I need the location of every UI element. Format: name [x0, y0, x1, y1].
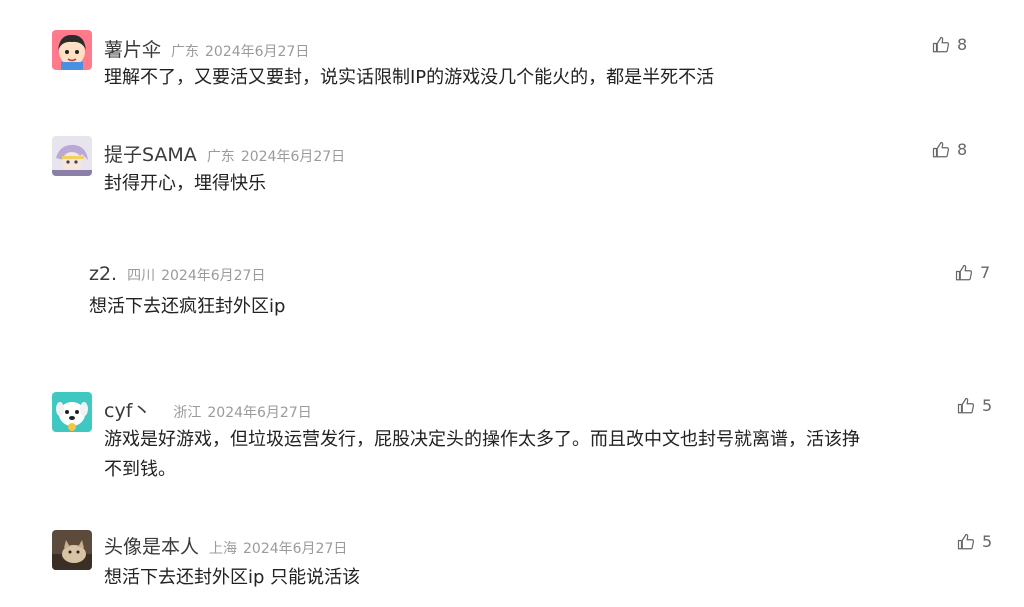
date: 2024年6月27日 — [243, 541, 348, 557]
location: 上海 — [209, 541, 238, 557]
comment-item: 头像是本人 上海 2024年6月27日 想活下去还封外区ip 只能说活该 5 — [0, 0, 1024, 607]
username[interactable]: 头像是本人 — [104, 532, 199, 559]
like-button[interactable]: 5 — [957, 532, 992, 551]
thumbs-up-icon — [957, 533, 975, 549]
cat-photo-avatar-icon — [52, 530, 92, 570]
comment-text: 想活下去还封外区ip 只能说活该 — [104, 567, 361, 588]
avatar[interactable] — [52, 530, 92, 570]
comment-list: 薯片伞 广东 2024年6月27日 理解不了，又要活又要封，说实话限制IP的游戏… — [0, 0, 1024, 607]
like-count: 5 — [982, 532, 993, 551]
